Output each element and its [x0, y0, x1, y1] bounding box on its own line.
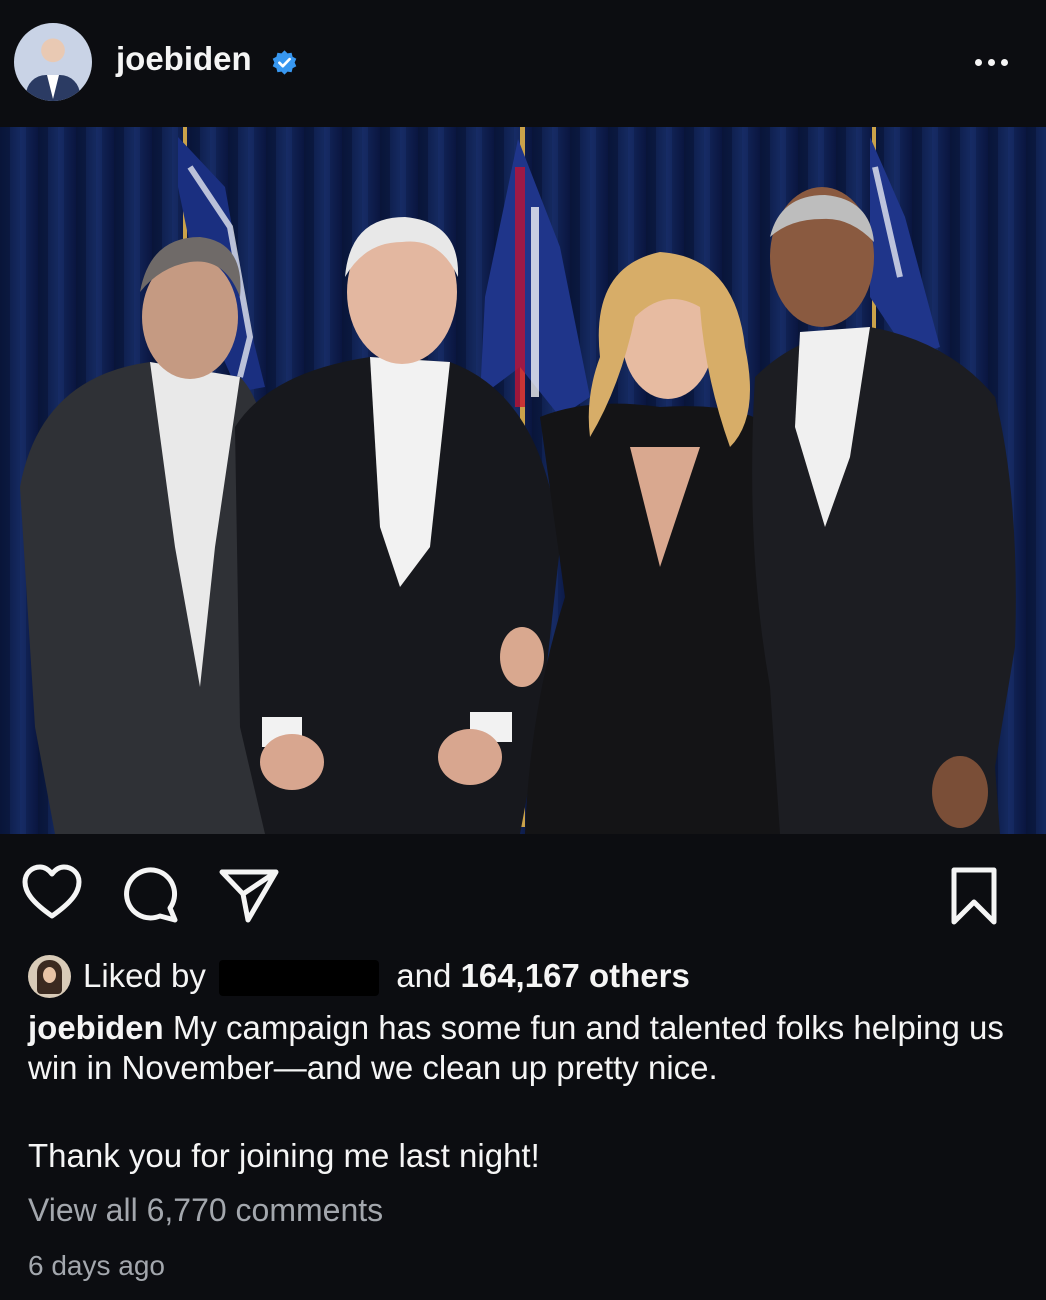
heart-icon[interactable]: [22, 864, 82, 924]
more-options-icon[interactable]: [966, 44, 1016, 80]
liked-by-and: and: [396, 957, 452, 994]
likes-count[interactable]: 164,167 others: [461, 957, 690, 994]
bookmark-icon[interactable]: [948, 866, 1000, 926]
action-bar: [0, 834, 1046, 944]
send-icon[interactable]: [218, 864, 280, 924]
caption-text: My campaign has some fun and talented fo…: [28, 1009, 1004, 1086]
liker-avatar-face: [43, 967, 56, 983]
liked-by-text: Liked by and 164,167 others: [83, 957, 690, 997]
comment-icon[interactable]: [120, 864, 180, 924]
post-timestamp: 6 days ago: [28, 1250, 165, 1281]
view-comments-link[interactable]: View all 6,770 comments: [28, 1192, 383, 1229]
post-header: joebiden: [0, 0, 1046, 127]
post-caption: joebiden My campaign has some fun and ta…: [28, 1008, 1018, 1088]
redacted-username: [219, 960, 380, 997]
verified-badge-icon: [272, 50, 297, 75]
profile-avatar[interactable]: [14, 23, 92, 101]
photo-illustration: [0, 127, 1046, 834]
liked-by-prefix: Liked by: [83, 957, 206, 994]
caption-text-2: Thank you for joining me last night!: [28, 1137, 540, 1174]
post-photo[interactable]: [0, 127, 1046, 834]
post-username[interactable]: joebiden: [116, 40, 252, 78]
liker-avatar[interactable]: [28, 955, 71, 998]
caption-username[interactable]: joebiden: [28, 1009, 164, 1046]
likes-row[interactable]: Liked by and 164,167 others: [28, 955, 1028, 999]
